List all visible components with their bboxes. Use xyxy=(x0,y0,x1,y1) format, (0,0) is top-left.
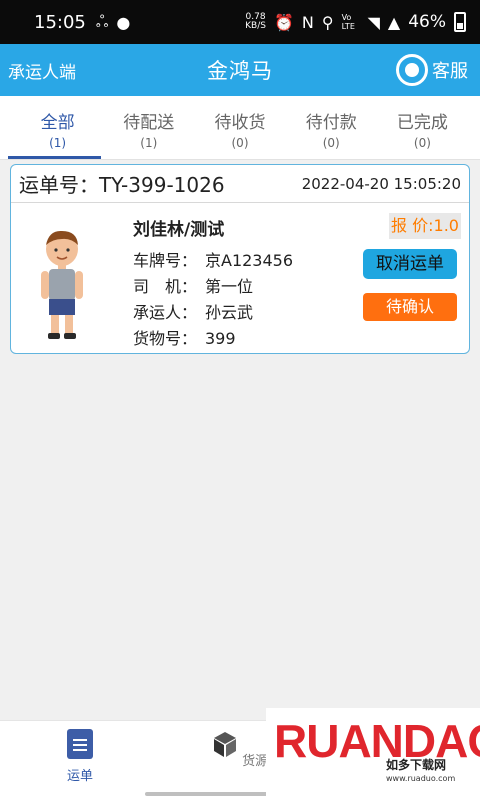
tab-pending-receipt[interactable]: 待收货 (0) xyxy=(194,96,285,159)
order-card-header: 运单号：TY-399-1026 2022-04-20 15:05:20 xyxy=(11,165,469,203)
headset-icon xyxy=(396,54,428,86)
status-right-icons: 0.78 KB/S ⏰ N ⚲ Vo LTE ◥ ▲ 46% xyxy=(245,12,466,32)
wifi-icon: ◥ xyxy=(367,12,380,32)
document-icon xyxy=(67,729,93,759)
tab-pending-delivery[interactable]: 待配送 (1) xyxy=(103,96,194,159)
network-speed: 0.78 KB/S xyxy=(245,12,266,31)
carrier-row: 承运人： 孙云武 xyxy=(133,303,254,322)
order-card-body: 刘佳林/测试 车牌号： 京A123456 司 机： 第一位 承运人： 孙云武 货物号：… xyxy=(11,203,469,353)
role-label: 承运人端 xyxy=(8,62,76,83)
app-header: 承运人端 金鸿马 客服 xyxy=(0,44,480,96)
battery-icon xyxy=(454,12,466,32)
nav-waybill[interactable]: 运单 xyxy=(40,729,120,784)
driver-avatar xyxy=(41,230,83,339)
watermark-tagline: 如多下载网 xyxy=(386,758,447,772)
customer-service-label: 客服 xyxy=(432,61,468,82)
status-time: 15:05 xyxy=(34,11,86,33)
order-datetime: 2022-04-20 15:05:20 xyxy=(301,174,461,193)
box-icon xyxy=(213,732,236,757)
tab-completed[interactable]: 已完成 (0) xyxy=(377,96,468,159)
goods-row: 货物号： 399 xyxy=(133,329,236,348)
volte-icon: Vo LTE xyxy=(341,13,355,31)
cancel-order-button[interactable]: 取消运单 xyxy=(363,249,457,279)
app-notification-icon: ஃ xyxy=(95,11,109,31)
alarm-icon: ⏰ xyxy=(273,12,294,32)
plate-row: 车牌号： 京A123456 xyxy=(133,251,294,270)
customer-name: 刘佳林/测试 xyxy=(133,220,225,240)
battery-percent: 46% xyxy=(408,12,446,32)
tab-all[interactable]: 全部 (1) xyxy=(7,96,103,159)
watermark-brand: RUANDAO xyxy=(274,715,480,767)
tab-pending-payment[interactable]: 待付款 (0) xyxy=(286,96,377,159)
driver-row: 司 机： 第一位 xyxy=(133,277,254,296)
order-status-tabs: 全部 (1) 待配送 (1) 待收货 (0) 待付款 (0) 已完成 (0) xyxy=(0,96,480,160)
quote-badge: 报 价:1.0 xyxy=(389,213,461,239)
status-bar: 15:05 ஃ ● 0.78 KB/S ⏰ N ⚲ Vo LTE ◥ ▲ 46% xyxy=(0,0,480,44)
status-left-icons: ஃ ● xyxy=(96,12,131,33)
order-number: 运单号：TY-399-1026 xyxy=(19,173,225,197)
signal-icon: ▲ xyxy=(387,12,401,32)
nfc-icon: N xyxy=(301,12,314,32)
watermark-logo: RUANDAO 如多下载网 www.ruaduo.com xyxy=(266,708,480,800)
pending-confirm-button[interactable]: 待确认 xyxy=(363,293,457,321)
watermark-url: www.ruaduo.com xyxy=(386,774,456,783)
location-icon: ⚲ xyxy=(321,12,334,32)
clock-app-icon: ● xyxy=(116,12,131,32)
customer-service-button[interactable]: 客服 xyxy=(396,54,468,86)
order-card[interactable]: 运单号：TY-399-1026 2022-04-20 15:05:20 刘佳林/… xyxy=(10,164,470,354)
